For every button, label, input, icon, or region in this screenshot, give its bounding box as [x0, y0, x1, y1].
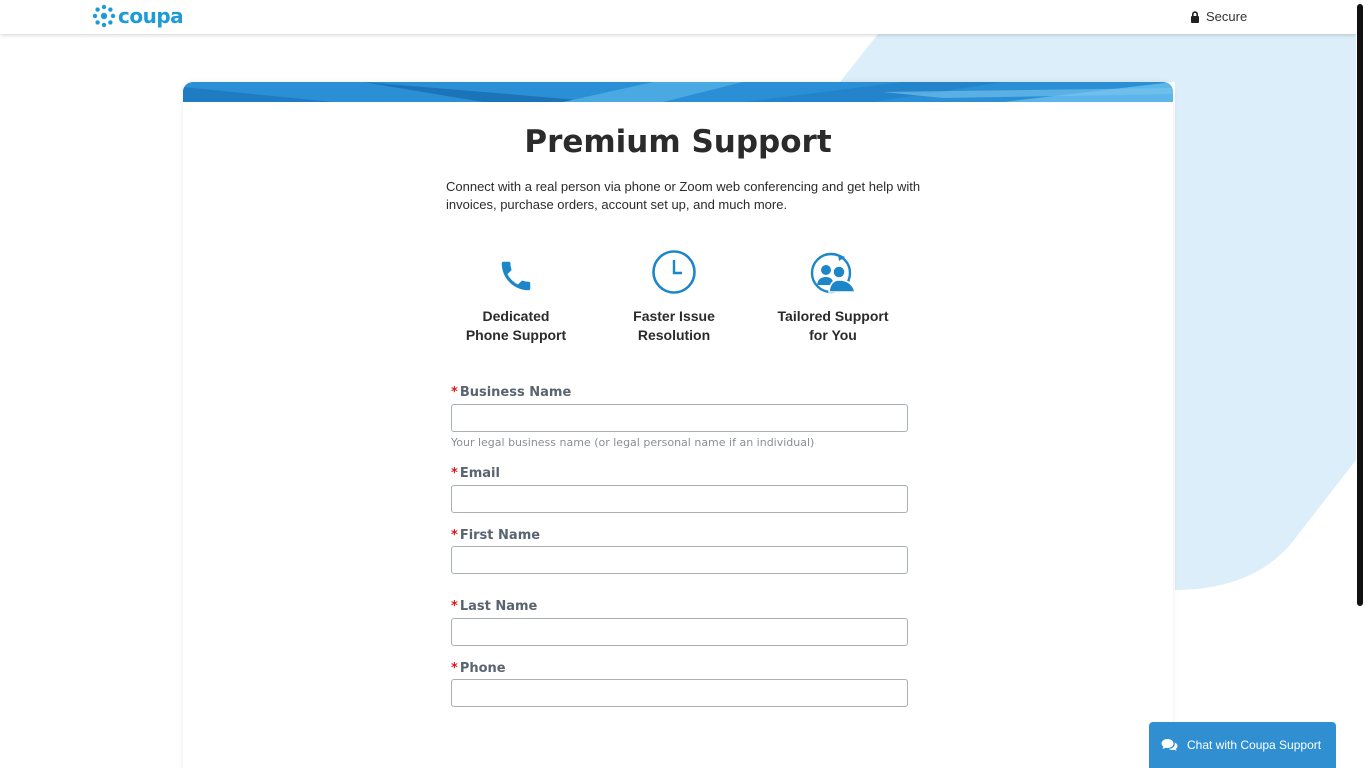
page: coupa Secure Premium Support Connect wit… [0, 0, 1366, 768]
feature-label-line2: Resolution [637, 327, 711, 343]
premium-support-card: Premium Support Connect with a real pers… [183, 82, 1173, 768]
feature-label-line2: Phone Support [465, 327, 567, 343]
last-name-label-text: Last Name [459, 599, 538, 614]
last-name-label: * Last Name [451, 599, 537, 614]
feature-list: Dedicated Phone Support Faster Issue Res… [446, 245, 926, 345]
first-name-label-text: First Name [459, 528, 541, 543]
top-header: coupa Secure [0, 0, 1356, 34]
feature-faster-resolution: Faster Issue Resolution [604, 245, 744, 345]
first-name-label: * First Name [451, 528, 540, 543]
business-name-input[interactable] [451, 404, 908, 432]
email-label-text: Email [459, 466, 500, 481]
feature-label-line2: for You [809, 327, 857, 343]
people-icon [810, 252, 856, 294]
chat-button-label: Chat with Coupa Support [1187, 738, 1322, 752]
chat-bubbles-icon [1161, 739, 1178, 751]
business-name-help: Your legal business name (or legal perso… [451, 436, 815, 449]
required-marker: * [451, 661, 458, 676]
required-marker: * [451, 466, 458, 481]
feature-dedicated-phone: Dedicated Phone Support [446, 245, 586, 345]
phone-icon [501, 261, 531, 291]
business-name-label: * Business Name [451, 385, 571, 400]
coupa-burst-icon [92, 4, 116, 28]
secure-label: Secure [1206, 9, 1248, 24]
page-title: Premium Support [524, 124, 832, 160]
phone-label: * Phone [451, 661, 506, 676]
feature-tailored-support: Tailored Support for You [763, 245, 903, 345]
required-marker: * [451, 385, 458, 400]
email-label: * Email [451, 466, 500, 481]
feature-label-line1: Dedicated [482, 308, 550, 324]
required-marker: * [451, 528, 458, 543]
last-name-input[interactable] [451, 618, 908, 646]
logo-text: coupa [118, 4, 184, 28]
feature-label-line1: Faster Issue [633, 308, 715, 324]
required-marker: * [451, 599, 458, 614]
secure-indicator: Secure [1190, 9, 1247, 24]
intro-text: Connect with a real person via phone or … [446, 179, 921, 212]
lock-icon [1191, 10, 1199, 23]
first-name-input[interactable] [451, 546, 908, 574]
chat-support-button[interactable]: Chat with Coupa Support [1149, 722, 1336, 768]
clock-icon [652, 250, 696, 294]
business-name-label-text: Business Name [459, 385, 572, 400]
feature-label-line1: Tailored Support [777, 308, 889, 324]
card-header-band [183, 82, 1173, 102]
phone-input[interactable] [451, 679, 908, 707]
email-input[interactable] [451, 485, 908, 513]
coupa-logo[interactable]: coupa [92, 4, 184, 28]
phone-label-text: Phone [459, 661, 506, 676]
scrollbar-thumb[interactable] [1357, 4, 1363, 606]
page-scrollbar[interactable] [1356, 0, 1366, 768]
